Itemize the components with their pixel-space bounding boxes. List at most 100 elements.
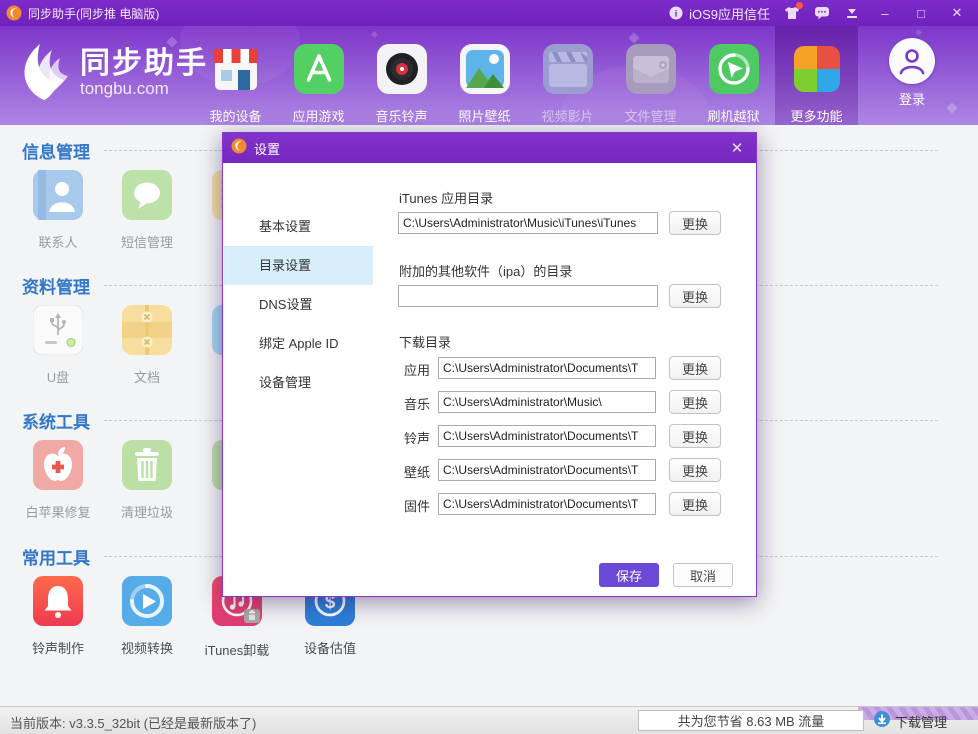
ringtone-row-label: 铃声 — [404, 428, 430, 447]
film-clapper-icon — [542, 43, 594, 100]
traffic-savings-box: 共为您节省 8.63 MB 流量 — [638, 710, 864, 731]
dialog-close-icon[interactable]: ✕ — [726, 138, 748, 158]
sidebar-item-apple-fix[interactable]: 白苹果修复 — [13, 440, 103, 521]
close-button[interactable]: ✕ — [946, 5, 968, 21]
change-itunes-dir-button[interactable]: 更换 — [669, 211, 721, 235]
notification-dot — [796, 2, 803, 9]
toolbar-item-flash-jailbreak[interactable]: 刷机越狱 — [692, 26, 775, 125]
toolbar-item-more-features[interactable]: 更多功能 — [775, 26, 858, 125]
brand-logo[interactable]: 同步助手 tongbu.com — [14, 40, 208, 107]
photo-icon — [459, 43, 511, 100]
document-folder-icon — [122, 342, 172, 359]
download-manager-label: 下载管理 — [895, 712, 947, 731]
section-title: 资料管理 — [22, 273, 90, 298]
tab-device-management[interactable]: 设备管理 — [224, 363, 373, 402]
vinyl-record-icon — [376, 43, 428, 100]
change-apps-dir-button[interactable]: 更换 — [669, 356, 721, 380]
usb-icon — [33, 342, 83, 359]
device-value-icon: $ — [305, 613, 355, 630]
more-features-grid-icon — [791, 43, 843, 100]
settings-dialog: 设置 ✕ 基本设置 目录设置 DNS设置 绑定 Apple ID 设备管理 iT… — [222, 132, 757, 597]
tab-directory-settings[interactable]: 目录设置 — [224, 246, 373, 285]
itunes-dir-input[interactable] — [398, 212, 658, 234]
change-music-dir-button[interactable]: 更换 — [669, 390, 721, 414]
file-case-icon — [625, 43, 677, 100]
version-text: 当前版本: v3.3.5_32bit (已经是最新版本了) — [10, 713, 256, 732]
video-convert-icon — [122, 613, 172, 630]
jailbreak-icon — [708, 43, 760, 100]
save-button[interactable]: 保存 — [599, 563, 659, 587]
wallpaper-row-label: 壁纸 — [404, 462, 430, 481]
window-title: 同步助手(同步推 电脑版) — [28, 5, 159, 22]
app-window: 同步助手(同步推 电脑版) i iOS9应用信任 – □ ✕ — [0, 0, 978, 734]
change-firmware-dir-button[interactable]: 更换 — [669, 492, 721, 516]
status-bar: 当前版本: v3.3.5_32bit (已经是最新版本了) 共为您节省 8.63… — [0, 706, 978, 734]
firmware-row-label: 固件 — [404, 496, 430, 515]
sidebar-item-contacts[interactable]: 联系人 — [13, 170, 103, 251]
trust-label: iOS9应用信任 — [689, 4, 770, 23]
brand-domain: tongbu.com — [80, 79, 208, 99]
tab-dns-settings[interactable]: DNS设置 — [224, 285, 373, 324]
firmware-dir-input[interactable] — [438, 493, 656, 515]
dialog-title: 设置 — [254, 139, 726, 158]
tab-basic-settings[interactable]: 基本设置 — [224, 207, 373, 246]
main-toolbar: 同步助手 tongbu.com 我的设备 — [0, 26, 978, 125]
apps-row-label: 应用 — [404, 360, 430, 379]
maximize-button[interactable]: □ — [910, 5, 932, 21]
ipa-dir-label: 附加的其他软件（ipa）的目录 — [399, 261, 572, 280]
download-manager-button[interactable]: 下载管理 — [874, 711, 947, 732]
user-avatar-icon — [889, 38, 935, 84]
download-tray-icon[interactable] — [844, 5, 860, 21]
change-wallpaper-dir-button[interactable]: 更换 — [669, 458, 721, 482]
download-circle-icon — [874, 711, 890, 732]
sms-bubble-icon — [122, 207, 172, 224]
sidebar-item-clean-junk[interactable]: 清理垃圾 — [102, 440, 192, 521]
wallpaper-dir-input[interactable] — [438, 459, 656, 481]
info-icon: i — [668, 5, 684, 21]
minimize-button[interactable]: – — [874, 5, 896, 21]
trash-icon — [122, 477, 172, 494]
music-row-label: 音乐 — [404, 394, 430, 413]
dialog-logo-icon — [231, 138, 247, 159]
sidebar-item-documents[interactable]: 文档 — [102, 305, 192, 386]
ios9-trust-link[interactable]: i iOS9应用信任 — [668, 4, 770, 23]
itunes-dir-label: iTunes 应用目录 — [399, 188, 493, 207]
music-dir-input[interactable] — [438, 391, 656, 413]
brand-name: 同步助手 — [80, 49, 208, 79]
sidebar-item-video-convert[interactable]: 视频转换 — [102, 576, 192, 657]
cancel-button[interactable]: 取消 — [673, 563, 733, 587]
skin-tshirt-icon[interactable] — [784, 5, 800, 21]
ipa-dir-input[interactable] — [398, 285, 658, 307]
decor-sparkle — [915, 29, 922, 36]
apple-repair-icon — [33, 477, 83, 494]
sidebar-item-usb-disk[interactable]: U盘 — [13, 305, 103, 386]
storefront-icon — [210, 43, 262, 100]
change-ipa-dir-button[interactable]: 更换 — [669, 284, 721, 308]
ringtone-dir-input[interactable] — [438, 425, 656, 447]
feedback-chat-icon[interactable] — [814, 5, 830, 21]
login-button[interactable]: 登录 — [872, 38, 952, 108]
change-ringtone-dir-button[interactable]: 更换 — [669, 424, 721, 448]
toolbar-item-file-manager[interactable]: 文件管理 — [609, 26, 692, 125]
bell-icon — [33, 613, 83, 630]
toolbar-item-my-device[interactable]: 我的设备 — [194, 26, 277, 125]
toolbar-item-music-ringtones[interactable]: 音乐铃声 — [360, 26, 443, 125]
toolbar-item-photos-wallpaper[interactable]: 照片壁纸 — [443, 26, 526, 125]
dialog-title-bar: 设置 ✕ — [223, 133, 756, 163]
section-title: 常用工具 — [22, 544, 90, 569]
section-title: 信息管理 — [22, 138, 90, 163]
sidebar-item-ringtone-maker[interactable]: 铃声制作 — [13, 576, 103, 657]
apps-dir-input[interactable] — [438, 357, 656, 379]
brand-text: 同步助手 tongbu.com — [80, 49, 208, 99]
toolbar-item-apps-games[interactable]: 应用游戏 — [277, 26, 360, 125]
download-dir-label: 下载目录 — [399, 332, 451, 351]
tongbu-wing-icon — [14, 40, 70, 107]
toolbar-item-videos[interactable]: 视频影片 — [526, 26, 609, 125]
title-bar: 同步助手(同步推 电脑版) i iOS9应用信任 – □ ✕ — [0, 0, 978, 26]
appstore-icon — [293, 43, 345, 100]
section-title: 系统工具 — [22, 408, 90, 433]
tab-bind-apple-id[interactable]: 绑定 Apple ID — [224, 324, 373, 363]
sidebar-item-sms[interactable]: 短信管理 — [102, 170, 192, 251]
dialog-tab-list: 基本设置 目录设置 DNS设置 绑定 Apple ID 设备管理 — [224, 207, 373, 402]
contacts-icon — [33, 207, 83, 224]
